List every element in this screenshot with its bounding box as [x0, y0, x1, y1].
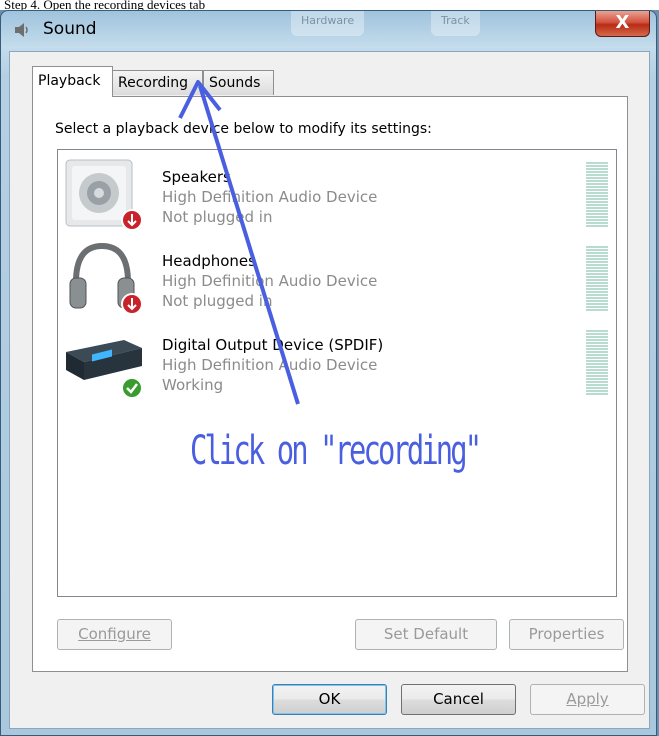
device-list[interactable]: Speakers High Definition Audio Device No… — [57, 149, 617, 597]
configure-button[interactable]: Configure — [57, 619, 172, 650]
apply-label: Apply — [566, 690, 609, 708]
ok-button[interactable]: OK — [272, 684, 387, 715]
level-meter — [586, 330, 608, 396]
playback-panel: Select a playback device below to modify… — [32, 96, 628, 672]
device-row-speakers[interactable]: Speakers High Definition Audio Device No… — [58, 154, 614, 240]
close-icon: X — [615, 12, 630, 33]
device-status: Not plugged in — [162, 208, 273, 226]
device-status: Working — [162, 376, 224, 394]
device-status: Not plugged in — [162, 292, 273, 310]
background-tab-ghost: Track — [431, 11, 480, 36]
cancel-button[interactable]: Cancel — [401, 684, 516, 715]
set-default-label: Set Default — [383, 625, 469, 643]
close-button[interactable]: X — [595, 11, 650, 37]
speaker-icon — [62, 154, 148, 240]
properties-label: Properties — [528, 625, 605, 643]
level-meter — [586, 162, 608, 228]
device-name: Digital Output Device (SPDIF) — [162, 336, 384, 354]
background-tab-ghost: Hardware — [291, 11, 365, 36]
dialog-client: Playback Recording Sounds Select a playb… — [9, 51, 650, 729]
headphones-icon — [62, 238, 148, 324]
title-bar[interactable]: Sound Hardware Track X — [1, 11, 656, 47]
tab-playback[interactable]: Playback — [32, 66, 113, 97]
device-subtitle: High Definition Audio Device — [162, 188, 378, 206]
tab-sounds[interactable]: Sounds — [203, 70, 274, 95]
apply-button[interactable]: Apply — [530, 684, 645, 715]
panel-instruction: Select a playback device below to modify… — [55, 121, 432, 137]
page-caption: Step 4. Open the recording devices tab — [0, 0, 659, 10]
tab-recording[interactable]: Recording — [112, 70, 203, 95]
device-name: Headphones — [162, 252, 256, 270]
sound-dialog: Sound Hardware Track X Playback Recordin… — [0, 10, 657, 736]
device-row-headphones[interactable]: Headphones High Definition Audio Device … — [58, 238, 614, 324]
speaker-icon — [13, 21, 33, 39]
properties-button[interactable]: Properties — [509, 619, 624, 650]
configure-label: Configure — [78, 625, 151, 643]
device-subtitle: High Definition Audio Device — [162, 356, 378, 374]
device-name: Speakers — [162, 168, 231, 186]
device-subtitle: High Definition Audio Device — [162, 272, 378, 290]
digital-output-icon — [62, 322, 148, 408]
annotation-text: Click on "recording" — [190, 428, 482, 474]
window-title: Sound — [43, 19, 97, 39]
level-meter — [586, 246, 608, 312]
device-row-digital-output[interactable]: Digital Output Device (SPDIF) High Defin… — [58, 322, 614, 408]
set-default-button[interactable]: Set Default — [355, 619, 497, 650]
